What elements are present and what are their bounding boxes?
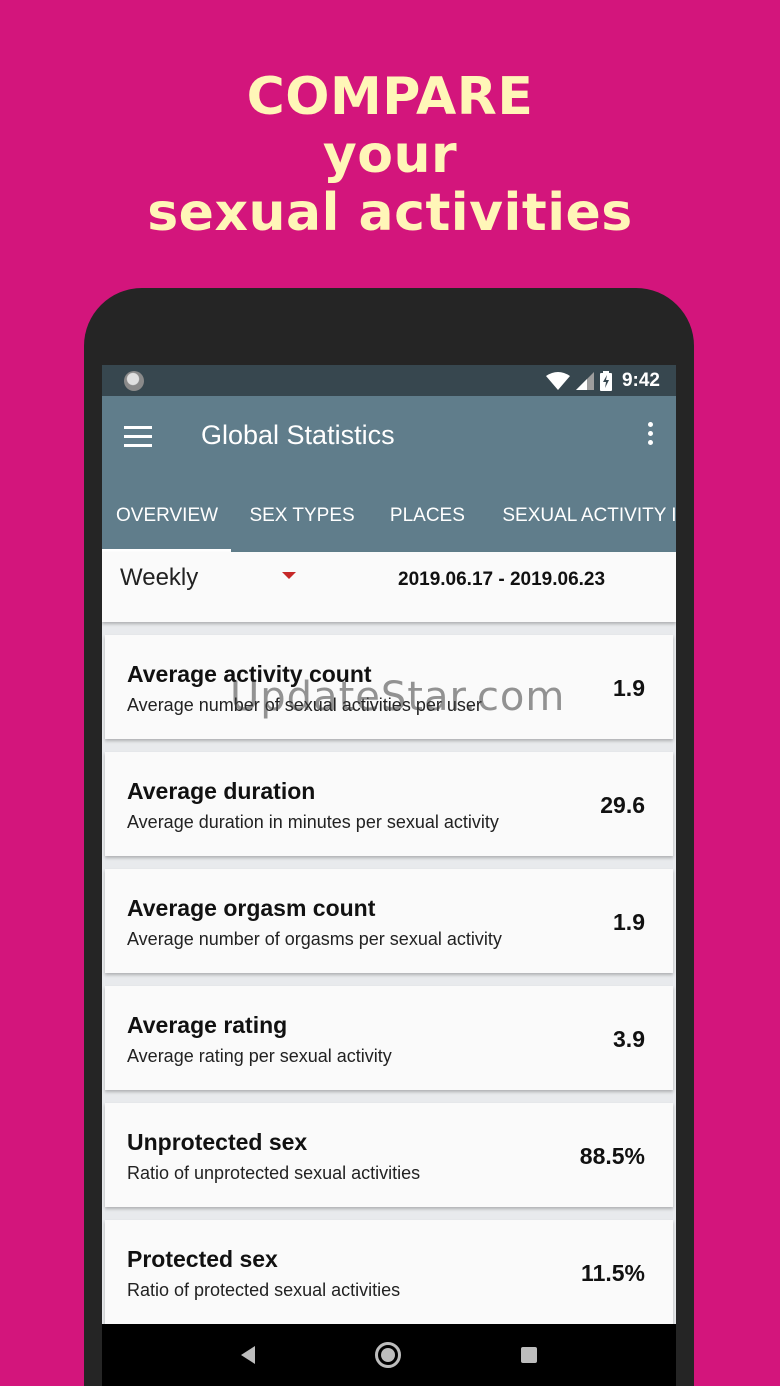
tab-label: SEX TYPES: [249, 505, 355, 526]
stats-list: Average activity count Average number of…: [102, 622, 676, 1324]
promo-line-3: sexual activities: [147, 183, 633, 243]
tab-sex-types[interactable]: SEX TYPES: [235, 492, 371, 552]
stat-title: Average duration: [127, 778, 316, 804]
stat-card: Average rating Average rating per sexual…: [105, 986, 673, 1090]
recent-apps-icon[interactable]: [521, 1347, 537, 1363]
more-vertical-icon[interactable]: [648, 422, 654, 449]
promo-headline: COMPARE your sexual activities: [0, 68, 780, 242]
promo-line-2: your: [322, 125, 458, 185]
tab-places[interactable]: PLACES: [376, 492, 484, 552]
hamburger-menu-icon[interactable]: [124, 426, 152, 448]
tab-sexual-activity-in[interactable]: SEXUAL ACTIVITY IN: [488, 492, 676, 552]
navigation-bar: [102, 1324, 676, 1386]
stat-card: Average activity count Average number of…: [105, 635, 673, 739]
stat-description: Average number of orgasms per sexual act…: [127, 929, 502, 949]
notification-dot-icon: [124, 370, 144, 391]
status-bar: 9:42: [102, 365, 676, 396]
stat-card: Average duration Average duration in min…: [105, 752, 673, 856]
stat-card: Unprotected sex Ratio of unprotected sex…: [105, 1103, 673, 1207]
battery-charging-icon: [599, 370, 612, 391]
stat-title: Average orgasm count: [127, 895, 376, 921]
stat-value: 88.5%: [579, 1143, 645, 1169]
dropdown-arrow-icon[interactable]: [282, 572, 296, 579]
home-icon[interactable]: [375, 1342, 401, 1368]
stat-card: Protected sex Ratio of protected sexual …: [105, 1220, 673, 1324]
stat-title: Protected sex: [127, 1246, 278, 1272]
back-icon[interactable]: [241, 1346, 255, 1364]
tab-bar: OVERVIEW SEX TYPES PLACES SEXUAL ACTIVIT…: [102, 492, 676, 552]
status-icons: 9:42: [545, 369, 660, 392]
stat-description: Ratio of unprotected sexual activities: [127, 1163, 421, 1183]
stat-description: Average duration in minutes per sexual a…: [127, 812, 499, 832]
stat-description: Ratio of protected sexual activities: [127, 1280, 401, 1300]
signal-icon: [575, 371, 594, 390]
page-title: Global Statistics: [201, 420, 395, 450]
phone-screen: 9:42 Global Statistics OVERVIEW SEX TYPE…: [102, 365, 676, 1386]
app-bar: Global Statistics OVERVIEW SEX TYPES PLA…: [102, 396, 676, 552]
stat-card: Average orgasm count Average number of o…: [105, 869, 673, 973]
status-time: 9:42: [621, 369, 660, 391]
stat-description: Average rating per sexual activity: [127, 1046, 392, 1066]
stat-title: Average rating: [127, 1012, 288, 1038]
stat-value: 1.9: [613, 909, 645, 935]
stat-value: 29.6: [600, 792, 645, 818]
period-dropdown[interactable]: Weekly: [120, 564, 198, 592]
filter-bar: Weekly 2019.06.17 - 2019.06.23: [102, 552, 676, 622]
stat-value: 3.9: [613, 1026, 645, 1052]
stat-description: Average number of sexual activities per …: [127, 695, 482, 715]
stat-title: Unprotected sex: [127, 1129, 308, 1155]
tab-overview[interactable]: OVERVIEW: [102, 492, 231, 552]
stat-value: 1.9: [613, 675, 645, 701]
date-range: 2019.06.17 - 2019.06.23: [398, 569, 606, 590]
stat-title: Average activity count: [127, 661, 372, 687]
tab-label: PLACES: [389, 505, 465, 526]
tab-label: OVERVIEW: [116, 505, 219, 526]
tab-label: SEXUAL ACTIVITY IN: [502, 505, 676, 526]
promo-line-1: COMPARE: [246, 67, 534, 127]
wifi-icon: [545, 371, 570, 390]
stat-value: 11.5%: [581, 1260, 645, 1286]
